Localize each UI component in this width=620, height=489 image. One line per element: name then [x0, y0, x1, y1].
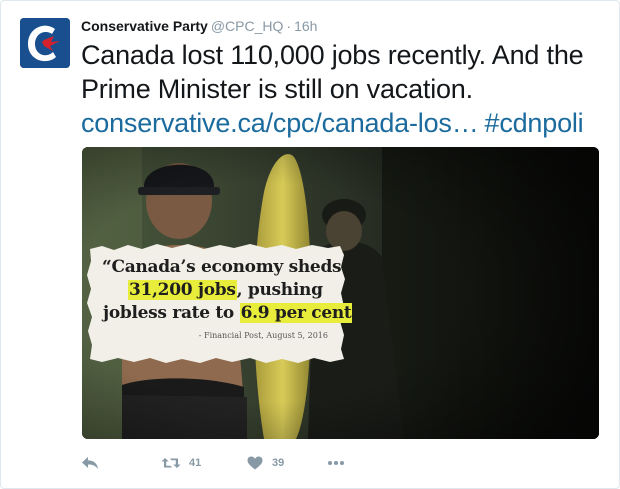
retweet-icon: [161, 458, 181, 468]
reply-icon: [82, 457, 98, 469]
clipping-highlight-rate: 6.9 per cent: [239, 303, 353, 323]
conservative-logo-icon: [20, 18, 70, 68]
tweet-link[interactable]: conservative.ca/cpc/canada-los…: [81, 108, 479, 138]
like-count: 39: [272, 457, 285, 469]
clipping-source: - Financial Post, August 5, 2016: [198, 331, 328, 340]
more-icon: [328, 461, 344, 465]
like-button[interactable]: 39: [247, 454, 284, 472]
retweet-button[interactable]: 41: [161, 454, 201, 472]
retweet-count: 41: [189, 457, 202, 469]
tweet-header: Conservative Party @CPC_HQ · 16h: [81, 17, 317, 35]
reply-button[interactable]: [81, 454, 99, 472]
clipping-line-1: “Canada’s economy sheds: [102, 257, 342, 277]
clipping-line-3-suffix: ”: [352, 303, 362, 323]
hashtag-link[interactable]: #cdnpoli: [485, 108, 584, 138]
timestamp[interactable]: 16h: [294, 18, 317, 34]
tweet-actions: 41 39: [81, 454, 381, 472]
tweet-body: Canada lost 110,000 jobs recently. And t…: [81, 40, 584, 104]
username[interactable]: @CPC_HQ: [211, 18, 284, 34]
more-button[interactable]: [327, 454, 345, 472]
tweet-media-image[interactable]: “Canada’s economy sheds 31,200 jobs, pus…: [82, 147, 599, 439]
tweet-text: Canada lost 110,000 jobs recently. And t…: [81, 38, 606, 140]
clipping-line-2: 31,200 jobs, pushing: [128, 280, 323, 300]
clipping-line-3: jobless rate to 6.9 per cent”: [103, 303, 362, 323]
tweet-card[interactable]: Conservative Party @CPC_HQ · 16h Canada los…: [0, 0, 620, 489]
clipping-line-2-rest: , pushing: [236, 280, 323, 300]
separator: ·: [286, 18, 292, 34]
heart-icon: [247, 456, 263, 470]
clipping-line-3-prefix: jobless rate to: [103, 303, 240, 323]
display-name[interactable]: Conservative Party: [81, 18, 208, 34]
clipping-highlight-jobs: 31,200 jobs: [128, 280, 237, 300]
avatar[interactable]: [20, 18, 70, 68]
news-clipping: “Canada’s economy sheds 31,200 jobs, pus…: [86, 243, 362, 361]
